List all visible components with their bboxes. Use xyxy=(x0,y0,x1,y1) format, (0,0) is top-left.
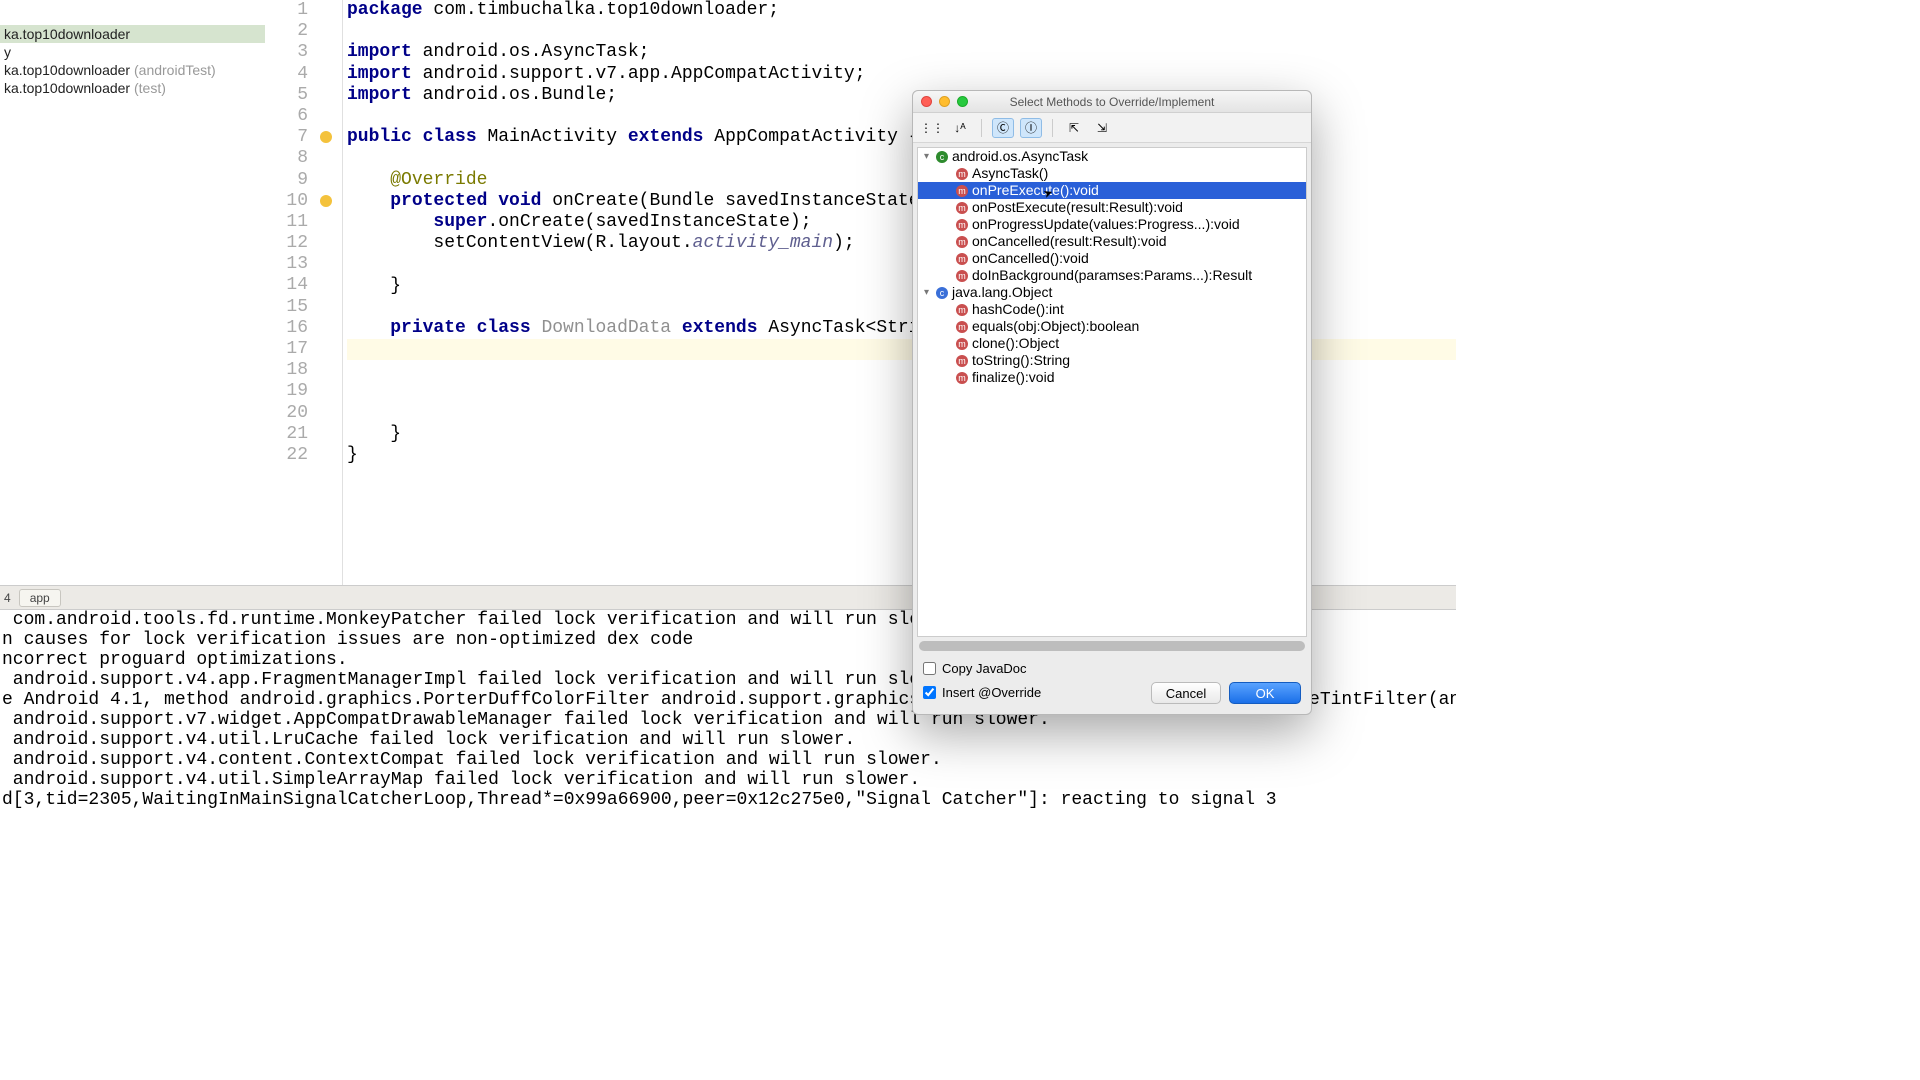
project-item[interactable]: y xyxy=(0,43,265,61)
code-line[interactable]: public class MainActivity extends AppCom… xyxy=(347,127,920,147)
copy-javadoc-label: Copy JavaDoc xyxy=(942,661,1027,676)
console-tab-app[interactable]: app xyxy=(19,589,61,607)
method-tree-item[interactable]: ▾candroid.os.AsyncTask xyxy=(918,148,1306,165)
gutter: 12345678910111213141516171819202122 xyxy=(265,0,343,590)
method-icon: m xyxy=(956,168,968,180)
method-tree-item[interactable]: mequals(obj:Object):boolean xyxy=(918,318,1306,335)
project-tree: ka.top10downloaderyka.top10downloader (a… xyxy=(0,25,265,97)
code-line[interactable]: } xyxy=(347,276,401,296)
copy-javadoc-input[interactable] xyxy=(923,662,936,675)
method-icon: m xyxy=(956,185,968,197)
code-line[interactable]: protected void onCreate(Bundle savedInst… xyxy=(347,191,952,211)
insert-override-checkbox[interactable]: Insert @Override xyxy=(923,685,1041,700)
code-line[interactable] xyxy=(347,403,358,423)
code-line[interactable]: } xyxy=(347,445,358,465)
code-line[interactable]: package com.timbuchalka.top10downloader; xyxy=(347,0,779,20)
code-line[interactable] xyxy=(347,106,358,126)
console-index: 4 xyxy=(4,591,11,605)
method-tree-item[interactable]: mtoString():String xyxy=(918,352,1306,369)
disclosure-icon[interactable]: ▾ xyxy=(924,284,936,301)
method-icon: m xyxy=(956,236,968,248)
disclosure-icon[interactable]: ▾ xyxy=(924,148,936,165)
method-tree-item[interactable]: mclone():Object xyxy=(918,335,1306,352)
circle-i-icon[interactable]: Ⓘ xyxy=(1020,118,1042,138)
method-tree-item[interactable]: ▾cjava.lang.Object xyxy=(918,284,1306,301)
method-icon: m xyxy=(956,372,968,384)
code-line[interactable]: import android.support.v7.app.AppCompatA… xyxy=(347,64,866,84)
method-tree-item[interactable]: mdoInBackground(paramses:Params...):Resu… xyxy=(918,267,1306,284)
dialog-footer: Copy JavaDoc Insert @Override Cancel OK xyxy=(913,655,1311,714)
method-tree-item[interactable]: mfinalize():void xyxy=(918,369,1306,386)
expand-icon[interactable]: ⇲ xyxy=(1091,118,1113,138)
code-line[interactable]: import android.os.AsyncTask; xyxy=(347,42,649,62)
method-tree-item[interactable]: monPostExecute(result:Result):void xyxy=(918,199,1306,216)
code-line[interactable]: } xyxy=(347,424,401,444)
dialog-title: Select Methods to Override/Implement xyxy=(913,95,1311,109)
project-item[interactable]: ka.top10downloader (test) xyxy=(0,79,265,97)
sort-viz-icon[interactable]: ⋮⋮ xyxy=(921,118,943,138)
code-line[interactable] xyxy=(347,254,358,274)
method-icon: m xyxy=(956,202,968,214)
collapse-icon[interactable]: ⇱ xyxy=(1063,118,1085,138)
method-tree-item[interactable]: monCancelled(result:Result):void xyxy=(918,233,1306,250)
interface-icon: c xyxy=(936,287,948,299)
circle-c-icon[interactable]: Ⓒ xyxy=(992,118,1014,138)
override-dialog: Select Methods to Override/Implement ⋮⋮ ↓… xyxy=(912,90,1312,715)
method-icon: m xyxy=(956,253,968,265)
method-icon: m xyxy=(956,355,968,367)
code-line[interactable] xyxy=(347,148,358,168)
method-icon: m xyxy=(956,270,968,282)
code-line[interactable]: import android.os.Bundle; xyxy=(347,85,617,105)
project-item[interactable]: ka.top10downloader (androidTest) xyxy=(0,61,265,79)
copy-javadoc-checkbox[interactable]: Copy JavaDoc xyxy=(923,661,1301,676)
method-icon: m xyxy=(956,219,968,231)
method-tree[interactable]: ▾candroid.os.AsyncTaskmAsyncTask()monPre… xyxy=(917,147,1307,637)
code-line[interactable]: super.onCreate(savedInstanceState); xyxy=(347,212,812,232)
code-line[interactable] xyxy=(347,297,358,317)
scrollbar-thumb[interactable] xyxy=(919,641,1305,651)
method-tree-item[interactable]: monPreExecute():void xyxy=(918,182,1306,199)
project-item[interactable]: ka.top10downloader xyxy=(0,25,265,43)
method-tree-item[interactable]: mAsyncTask() xyxy=(918,165,1306,182)
override-up-icon[interactable] xyxy=(320,131,332,143)
insert-override-label: Insert @Override xyxy=(942,685,1041,700)
code-line[interactable]: setContentView(R.layout.activity_main); xyxy=(347,233,855,253)
code-line[interactable] xyxy=(347,21,358,41)
dialog-titlebar: Select Methods to Override/Implement xyxy=(913,91,1311,113)
method-icon: m xyxy=(956,338,968,350)
override-up-icon[interactable] xyxy=(320,195,332,207)
code-line[interactable]: @Override xyxy=(347,170,487,190)
method-icon: m xyxy=(956,321,968,333)
sort-az-icon[interactable]: ↓ᴬ xyxy=(949,118,971,138)
class-icon: c xyxy=(936,151,948,163)
code-line[interactable] xyxy=(347,466,358,486)
insert-override-input[interactable] xyxy=(923,686,936,699)
method-tree-item[interactable]: monCancelled():void xyxy=(918,250,1306,267)
dialog-toolbar: ⋮⋮ ↓ᴬ Ⓒ Ⓘ ⇱ ⇲ xyxy=(913,113,1311,143)
method-tree-item[interactable]: monProgressUpdate(values:Progress...):vo… xyxy=(918,216,1306,233)
ok-button[interactable]: OK xyxy=(1229,682,1301,704)
method-icon: m xyxy=(956,304,968,316)
cancel-button[interactable]: Cancel xyxy=(1151,682,1221,704)
method-tree-item[interactable]: mhashCode():int xyxy=(918,301,1306,318)
code-line[interactable] xyxy=(347,382,358,402)
code-line[interactable]: private class DownloadData extends Async… xyxy=(347,318,930,338)
